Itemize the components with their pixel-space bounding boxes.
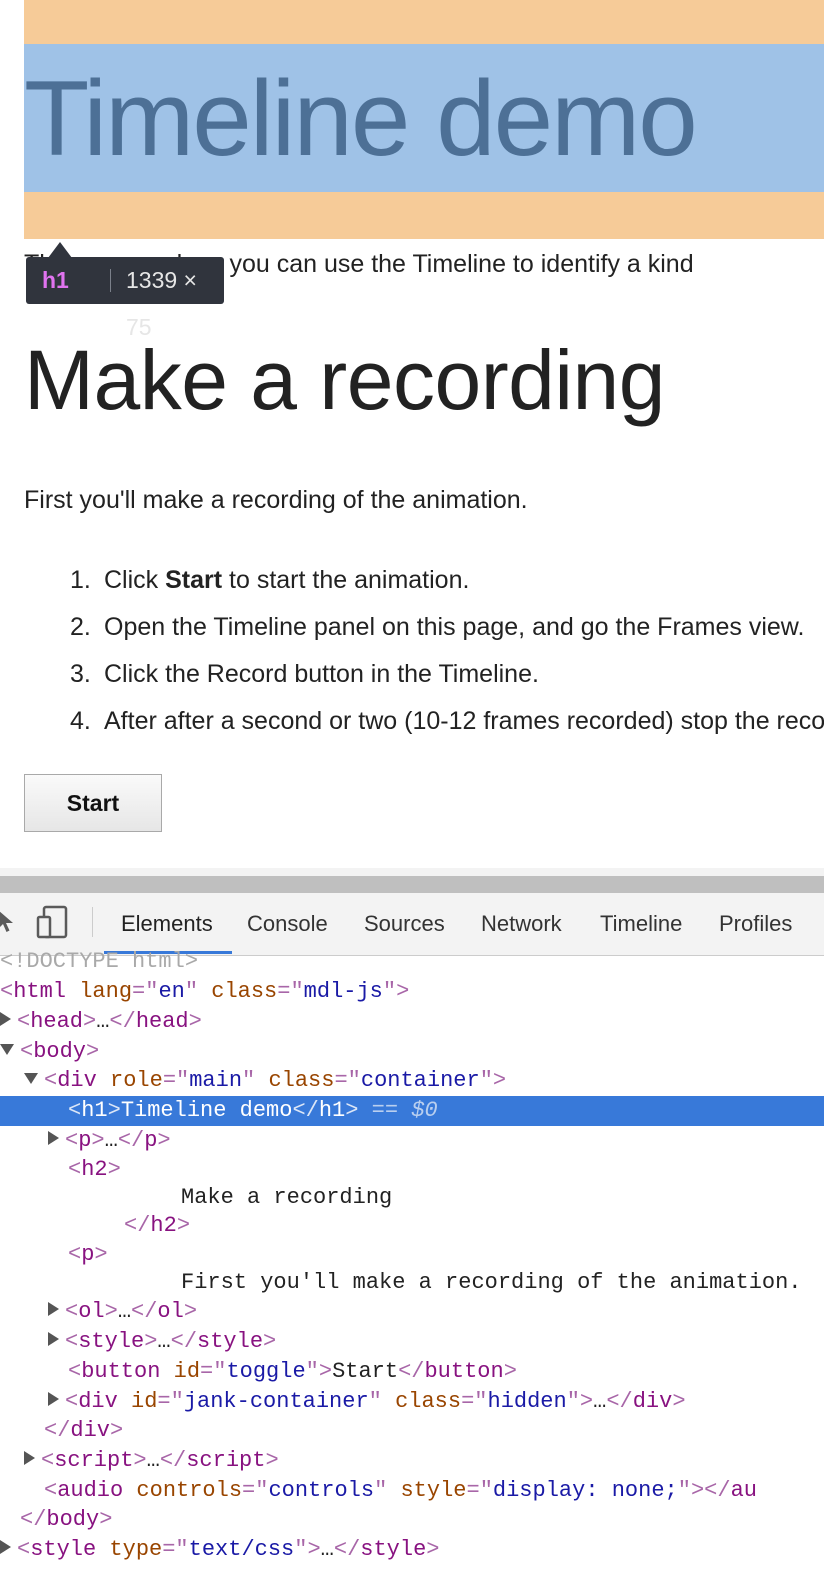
expand-arrow-icon[interactable] <box>0 1540 11 1555</box>
tab-elements[interactable]: Elements <box>121 893 213 955</box>
tooltip-divider <box>110 269 111 292</box>
node-text: Make a recording <box>181 1185 393 1210</box>
dom-node-h2-close[interactable]: </h2> <box>0 1211 824 1241</box>
node-text: Start <box>332 1359 399 1384</box>
tag-name: html <box>13 979 67 1004</box>
dom-node-h1-selected[interactable]: <h1>Timeline demo</h1> == $0 <box>0 1096 824 1126</box>
collapsed-ellipsis: … <box>117 1299 132 1324</box>
h1-margin-highlight-bottom <box>24 192 824 239</box>
tag-name: head <box>135 1009 189 1034</box>
selected-node-marker: == $0 <box>372 1098 438 1123</box>
dom-node-doctype[interactable]: <!DOCTYPE html> <box>0 947 824 977</box>
tag-name: body <box>33 1039 87 1064</box>
dom-node-style-css[interactable]: <style type="text/css">…</style> <box>0 1535 824 1565</box>
expand-arrow-icon[interactable] <box>48 1332 59 1347</box>
dom-node-jank-container[interactable]: <div id="jank-container" class="hidden">… <box>0 1387 824 1417</box>
collapsed-ellipsis: … <box>320 1537 334 1562</box>
list-number: 4. <box>70 707 91 735</box>
list-bold: Start <box>165 566 223 594</box>
tab-network[interactable]: Network <box>481 893 562 955</box>
intro-visible-text: s how you can use the Timeline to identi… <box>157 250 694 278</box>
list-text: Click <box>104 566 166 594</box>
device-mode-icon[interactable] <box>36 905 70 939</box>
attr-value: jank-container <box>183 1389 369 1414</box>
dom-node-body-close[interactable]: </body> <box>0 1505 824 1535</box>
dom-node-h2[interactable]: <h2> <box>0 1155 824 1185</box>
devtools-resizer[interactable] <box>0 876 824 893</box>
attr-value: controls <box>268 1478 375 1503</box>
marker-text: == <box>371 1098 412 1123</box>
dom-node-p2-text[interactable]: First you'll make a recording of the ani… <box>0 1268 824 1298</box>
expand-arrow-icon[interactable] <box>0 1012 11 1027</box>
list-number: 2. <box>70 613 91 641</box>
attr-value: text/css <box>188 1537 295 1562</box>
attr-value: en <box>158 979 185 1004</box>
attr-value: mdl-js <box>303 979 383 1004</box>
tooltip-arrow <box>48 242 72 258</box>
attr-value: hidden <box>487 1389 567 1414</box>
inspect-icon[interactable] <box>0 907 18 935</box>
collapsed-ellipsis: … <box>146 1448 160 1473</box>
expand-arrow-icon[interactable] <box>24 1451 35 1466</box>
doctype-text: <!DOCTYPE html> <box>0 949 199 974</box>
section-heading: Make a recording <box>24 333 666 427</box>
collapsed-ellipsis: … <box>157 1329 171 1354</box>
list-item: 4. After after a second or two (10-12 fra… <box>70 707 824 736</box>
tag-name: head <box>30 1009 84 1034</box>
dom-node-h2-text[interactable]: Make a recording <box>0 1183 824 1213</box>
dom-node-div-main[interactable]: <div role="main" class="container"> <box>0 1066 824 1096</box>
h1-margin-highlight <box>24 0 824 44</box>
page-title: Timeline demo <box>24 58 698 178</box>
list-number: 1. <box>70 566 91 594</box>
element-tooltip: h1 1339 × 75 <box>26 257 224 340</box>
section-paragraph: First you'll make a recording of the ani… <box>24 486 528 514</box>
list-text: Open the Timeline panel on this page, an… <box>104 613 805 641</box>
expand-arrow-icon[interactable] <box>48 1392 59 1407</box>
dom-node-button[interactable]: <button id="toggle">Start</button> <box>0 1357 824 1387</box>
collapse-arrow-icon[interactable] <box>24 1072 38 1084</box>
tab-console[interactable]: Console <box>247 893 328 955</box>
list-item: 3. Click the Record button in the Timelin… <box>70 660 539 689</box>
list-text: After after a second or two (10-12 frame… <box>104 707 824 735</box>
expand-arrow-icon[interactable] <box>48 1302 59 1317</box>
marker-var: $0 <box>411 1098 438 1123</box>
devtools-gap <box>0 868 824 876</box>
attr-value: container <box>360 1068 480 1093</box>
list-item: 2. Open the Timeline panel on this page, … <box>70 613 804 642</box>
dom-node-audio[interactable]: <audio controls="controls" style="displa… <box>0 1476 824 1506</box>
list-text: to start the animation. <box>222 566 470 594</box>
dom-node-style[interactable]: <style>…</style> <box>0 1327 824 1357</box>
list-item: 1. Click Start to start the animation. <box>70 566 469 595</box>
node-text: First you'll make a recording of the ani… <box>181 1270 802 1295</box>
collapsed-ellipsis: … <box>593 1389 607 1414</box>
attr-value: display: none; <box>492 1478 678 1503</box>
node-text: Timeline demo <box>120 1098 293 1123</box>
collapsed-ellipsis: … <box>104 1128 118 1153</box>
dom-node-head[interactable]: <head>…</head> <box>0 1007 824 1037</box>
attr-value: main <box>189 1068 243 1093</box>
expand-arrow-icon[interactable] <box>48 1131 59 1146</box>
dom-node-p2[interactable]: <p> <box>0 1240 824 1270</box>
attr-value: toggle <box>226 1359 306 1384</box>
dom-node-script[interactable]: <script>…</script> <box>0 1446 824 1476</box>
dom-node-html[interactable]: <html lang="en" class="mdl-js"> <box>0 977 824 1007</box>
start-button[interactable]: Start <box>24 774 162 832</box>
collapse-arrow-icon[interactable] <box>0 1043 14 1055</box>
page-viewport: Timeline demo Ths how you can use the Ti… <box>0 0 824 868</box>
collapsed-ellipsis: … <box>96 1009 110 1034</box>
tab-profiles[interactable]: Profiles <box>719 893 792 955</box>
toolbar-separator <box>92 907 93 937</box>
tag-name: body <box>46 1507 100 1532</box>
dom-node-div-close[interactable]: </div> <box>0 1416 824 1446</box>
list-text: Click the Record button in the Timeline. <box>104 660 539 688</box>
dom-node-ol[interactable]: <ol>…</ol> <box>0 1297 824 1327</box>
dom-node-p[interactable]: <p>…</p> <box>0 1126 824 1156</box>
devtools-panel: Elements Console Sources Network Timelin… <box>0 868 824 1584</box>
list-number: 3. <box>70 660 91 688</box>
dom-node-body[interactable]: <body> <box>0 1037 824 1067</box>
tab-timeline[interactable]: Timeline <box>600 893 682 955</box>
tooltip-tag-name: h1 <box>42 267 69 293</box>
tab-sources[interactable]: Sources <box>364 893 445 955</box>
